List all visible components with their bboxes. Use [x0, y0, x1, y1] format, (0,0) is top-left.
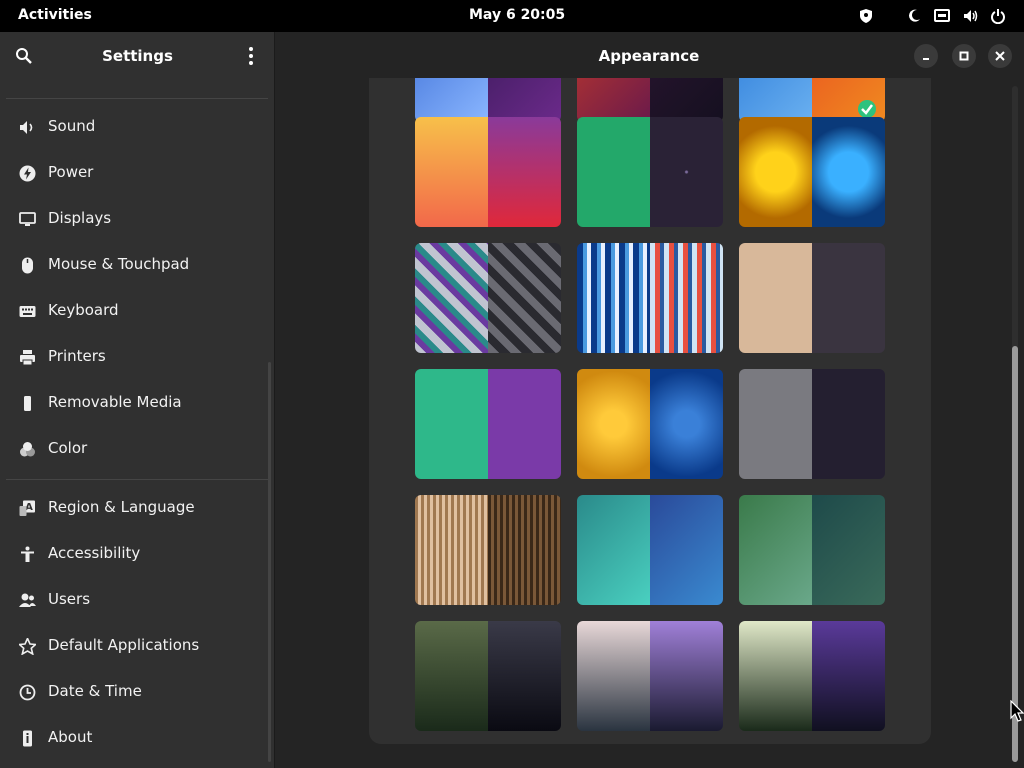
sidebar: Settings Sound Power Displays Mouse & Touch…: [0, 32, 275, 768]
sidebar-divider: [6, 479, 268, 480]
sidebar-title: Settings: [102, 47, 173, 65]
wallpaper-panel: [369, 78, 931, 744]
clock[interactable]: May 6 20:05: [469, 7, 565, 23]
wallpaper-thumbnail[interactable]: [577, 495, 723, 605]
selected-check-icon: [858, 100, 876, 118]
printer-icon: [20, 350, 35, 366]
privacy-shield-icon[interactable]: [858, 8, 874, 24]
maximize-button[interactable]: [952, 44, 976, 68]
sidebar-header: Settings: [0, 32, 275, 78]
color-circles-icon: [20, 442, 35, 457]
sidebar-item-label: Keyboard: [48, 301, 119, 319]
wallpaper-thumbnail[interactable]: [415, 78, 561, 122]
close-button[interactable]: [988, 44, 1012, 68]
star-icon: [19, 638, 36, 655]
wallpaper-thumbnail[interactable]: [577, 78, 723, 122]
sidebar-item-mouse-touchpad[interactable]: Mouse & Touchpad: [0, 244, 268, 286]
wallpaper-thumbnail[interactable]: [739, 495, 885, 605]
monitor-icon: [19, 212, 36, 226]
sidebar-item-label: Removable Media: [48, 393, 182, 411]
sidebar-item-label: Default Applications: [48, 636, 200, 654]
mouse-cursor-icon: [1010, 700, 1024, 722]
region-language-icon: A: [19, 500, 35, 516]
power-icon[interactable]: [990, 8, 1006, 24]
wallpaper-thumbnail[interactable]: [739, 369, 885, 479]
usb-drive-icon: [24, 396, 31, 411]
wallpaper-thumbnail[interactable]: [415, 369, 561, 479]
volume-icon[interactable]: [962, 8, 978, 24]
sidebar-item-label: Color: [48, 439, 88, 457]
kebab-menu-icon[interactable]: [242, 46, 260, 66]
content-scrollbar[interactable]: [1012, 86, 1018, 762]
sidebar-item-sound[interactable]: Sound: [0, 106, 268, 148]
wallpaper-thumbnail[interactable]: [415, 621, 561, 731]
clock-icon: [19, 684, 36, 701]
sidebar-divider: [6, 98, 268, 99]
sidebar-item-label: Users: [48, 590, 91, 608]
power-bolt-icon: [19, 165, 36, 182]
activities-button[interactable]: Activities: [18, 7, 92, 23]
sidebar-item-color[interactable]: Color: [0, 428, 268, 470]
sidebar-item-displays[interactable]: Displays: [0, 198, 268, 240]
page-title: Appearance: [598, 47, 700, 65]
sidebar-item-label: Printers: [48, 347, 106, 365]
wallpaper-thumbnail[interactable]: [739, 78, 885, 122]
sidebar-item-label: Sound: [48, 117, 96, 135]
sidebar-item-power[interactable]: Power: [0, 152, 268, 194]
mouse-icon: [22, 257, 33, 274]
sidebar-item-date-time[interactable]: Date & Time: [0, 671, 268, 713]
sidebar-item-region-language[interactable]: A Region & Language: [0, 487, 268, 529]
wallpaper-thumbnail[interactable]: [739, 621, 885, 731]
wallpaper-thumbnail[interactable]: [739, 117, 885, 227]
network-icon[interactable]: [934, 8, 950, 24]
sidebar-item-label: Date & Time: [48, 682, 142, 700]
content-area: Appearance: [276, 32, 1024, 768]
wallpaper-thumbnail[interactable]: [577, 243, 723, 353]
keyboard-icon: [19, 306, 36, 317]
sidebar-item-removable-media[interactable]: Removable Media: [0, 382, 268, 424]
sidebar-item-label: Mouse & Touchpad: [48, 255, 190, 273]
users-icon: [19, 593, 36, 607]
sidebar-item-label: Power: [48, 163, 94, 181]
sidebar-item-default-applications[interactable]: Default Applications: [0, 625, 268, 667]
sidebar-item-label: Region & Language: [48, 498, 195, 516]
night-light-icon[interactable]: [906, 8, 922, 24]
speaker-icon: [20, 121, 33, 134]
accessibility-icon: [21, 546, 34, 562]
wallpaper-thumbnail[interactable]: [415, 117, 561, 227]
wallpaper-thumbnail[interactable]: [739, 243, 885, 353]
wallpaper-thumbnail[interactable]: [415, 495, 561, 605]
sidebar-item-label: Accessibility: [48, 544, 141, 562]
sidebar-scrollbar[interactable]: [268, 362, 271, 762]
wallpaper-thumbnail[interactable]: [577, 117, 723, 227]
wallpaper-thumbnail[interactable]: [577, 621, 723, 731]
sidebar-item-about[interactable]: About: [0, 717, 268, 759]
sidebar-item-label: About: [48, 728, 93, 746]
minimize-button[interactable]: [914, 44, 938, 68]
sidebar-item-keyboard[interactable]: Keyboard: [0, 290, 268, 332]
sidebar-item-accessibility[interactable]: Accessibility: [0, 533, 268, 575]
info-icon: [23, 730, 32, 747]
sidebar-item-users[interactable]: Users: [0, 579, 268, 621]
sidebar-item-printers[interactable]: Printers: [0, 336, 268, 378]
top-bar: Activities May 6 20:05: [0, 0, 1024, 32]
wallpaper-thumbnail[interactable]: [415, 243, 561, 353]
settings-window: Settings Sound Power Displays Mouse & Touch…: [0, 32, 1024, 768]
wallpaper-thumbnail[interactable]: [577, 369, 723, 479]
sidebar-item-label: Displays: [48, 209, 112, 227]
